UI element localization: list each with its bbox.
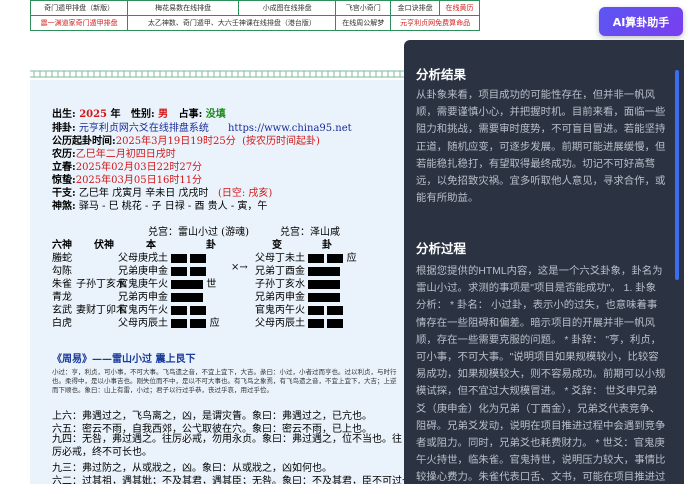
- nav-link-suanming[interactable]: 元亨利贞网免费算命品: [390, 15, 480, 31]
- analysis-process-heading: 分析过程: [416, 242, 467, 256]
- analysis-process-text: 根据您提供的HTML内容，这是一个六爻卦象，卦名为雷山小过。求测的事项是"项目是…: [416, 266, 666, 484]
- nav-link-meihua[interactable]: 梅花易数在线排盘: [127, 0, 239, 16]
- yao-text-line: 六二：过其祖，遇其妣；不及其君，遇其臣；无咎。象曰：不及其君，臣不可过也。: [52, 476, 410, 484]
- nav-link-zhenyiyuan[interactable]: 震一渊道家奇门遁甲排盘: [29, 15, 129, 31]
- scrollbar-thumb[interactable]: [675, 70, 679, 280]
- nav-link-jinkoujue[interactable]: 金口诀排盘: [390, 0, 441, 16]
- yao-bian: 父母丙辰土: [255, 314, 344, 329]
- nav-link-qimen-new[interactable]: 奇门遁甲排盘（新版）: [29, 0, 129, 16]
- top-nav-table: 奇门遁甲排盘（新版） 梅花易数在线排盘 小成图在线排盘 飞宫小奇门 金口诀排盘 …: [29, 0, 480, 31]
- divination-result: 出生: 2025 年 性别: 男 占事: 没填 排卦: 元亨利贞网六爻在线排盘系…: [30, 80, 410, 484]
- nav-link-xiaocheng[interactable]: 小成图在线排盘: [237, 0, 337, 16]
- moving-mark: ×→: [231, 262, 248, 273]
- main-gua-title: 兑宫：雷山小过 (游魂): [148, 227, 249, 238]
- nav-link-huangli[interactable]: 在线黄历: [439, 0, 480, 16]
- analysis-panel: 分析结果 从卦象来看，项目成功的可能性存在，但并非一帆风顺，需要谨慎小心，并把握…: [404, 40, 684, 484]
- header-fushen: 伏神: [94, 240, 114, 251]
- zhouyi-description: 小过：亨，利贞，可小事，不可大事。飞鸟遗之音，不宜上宜下，大吉。彖曰：小过，小者…: [52, 368, 397, 394]
- analysis-result-text: 从卦象来看，项目成功的可能性存在，但并非一帆风顺，需要谨慎小心，并把握时机。目前…: [416, 90, 666, 205]
- analysis-result-heading: 分析结果: [416, 68, 467, 82]
- yao-ben: 父母丙辰土 应: [118, 318, 220, 329]
- birth-line: 出生: 2025 年 性别: 男 占事: 没填: [52, 109, 226, 120]
- nav-link-feigong[interactable]: 飞宫小奇门: [335, 0, 392, 16]
- yao-text-line: 九四：无咎，弗过遇之。往厉必戒，勿用永贞。象曰：弗过遇之，位不当也。往厉必戒，终…: [52, 434, 402, 458]
- panel-scrollbar[interactable]: [674, 40, 680, 484]
- nav-link-taiyi[interactable]: 太乙神数、奇门遁甲、大六壬神课在线排盘（港台版）: [127, 15, 337, 31]
- header-gua1: 卦: [206, 240, 216, 251]
- zhouyi-title: 《周易》——雷山小过 震上艮下: [52, 354, 196, 365]
- decorative-border: [30, 68, 410, 80]
- nav-link-zhougong[interactable]: 在线周公解梦: [335, 15, 392, 31]
- yao-shen: 白虎: [52, 318, 72, 329]
- ai-divination-button[interactable]: AI算卦助手: [599, 7, 683, 36]
- shensha-line: 神煞: 驿马 - 巳 桃花 - 子 日禄 - 酉 贵人 - 寅，午: [52, 201, 268, 212]
